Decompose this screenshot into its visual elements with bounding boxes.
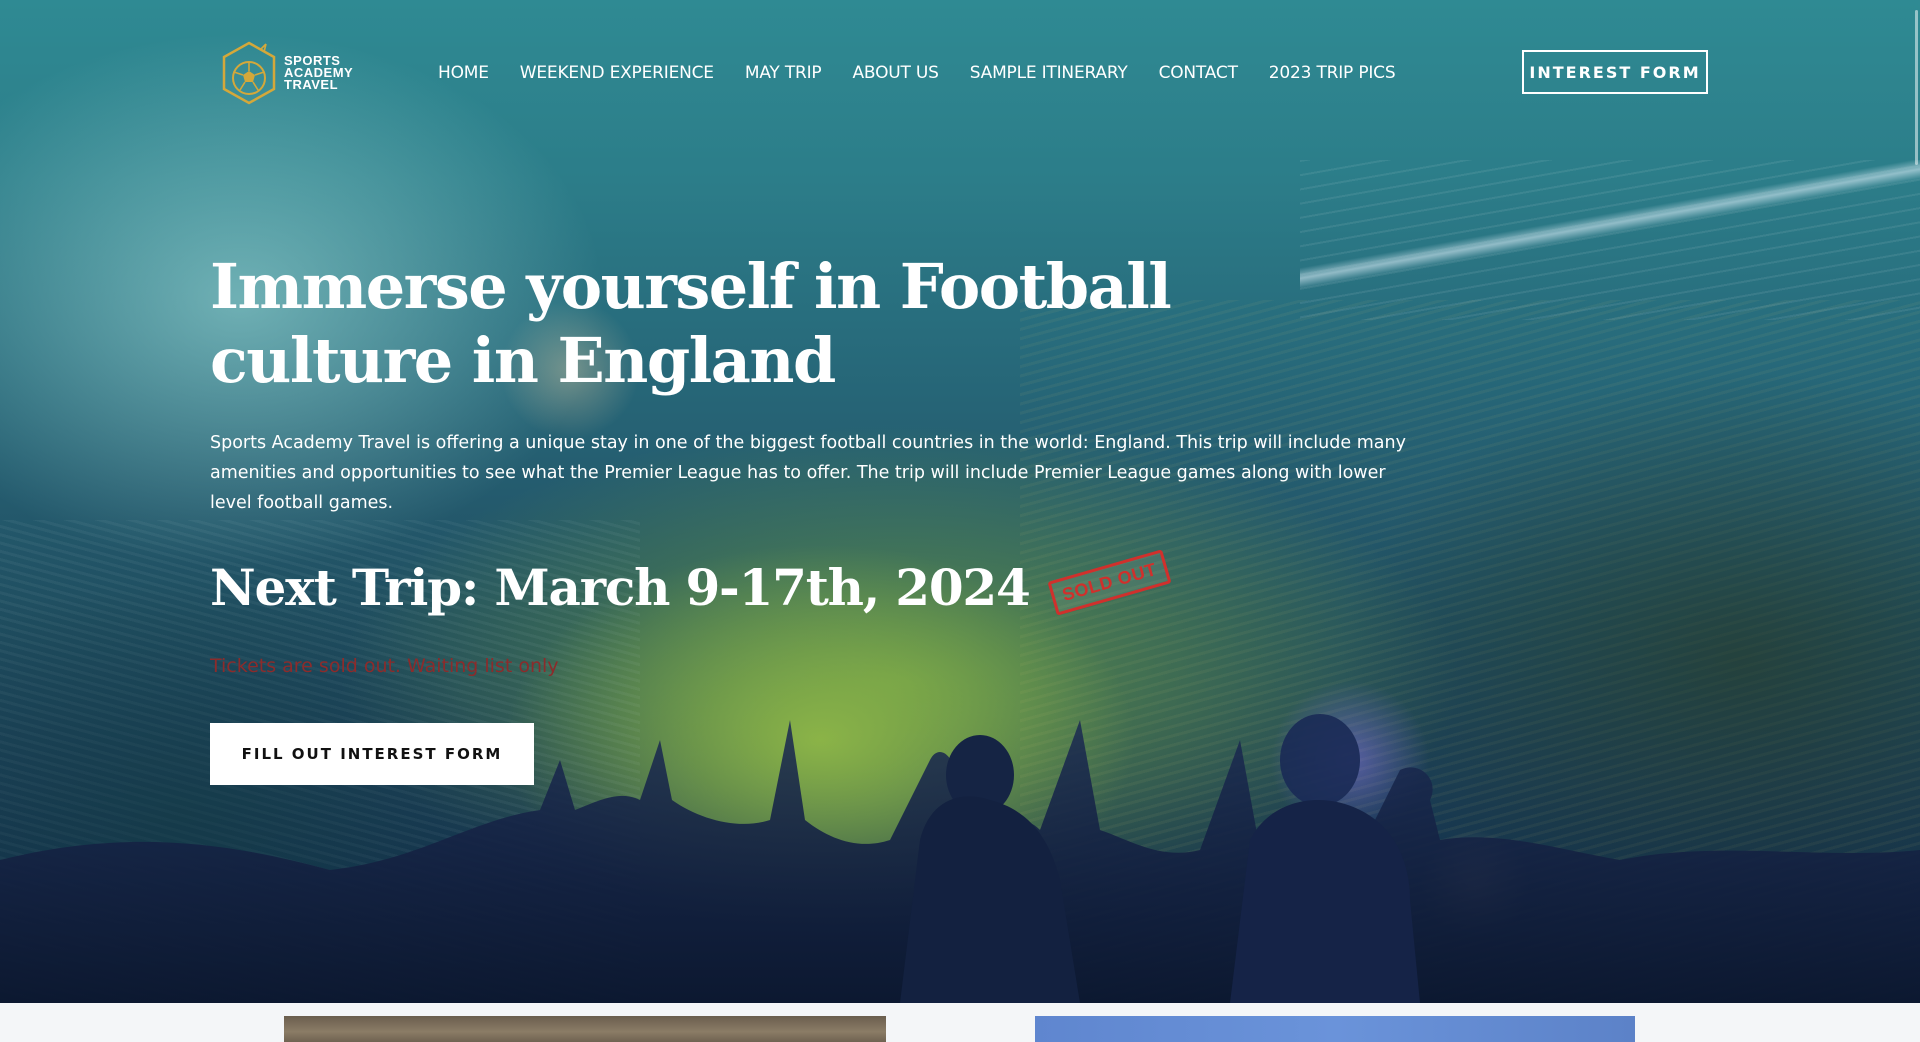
- next-trip-heading: Next Trip: March 9-17th, 2024: [210, 558, 1031, 617]
- trip-block: Next Trip: March 9-17th, 2024 SOLD OUT T…: [210, 518, 1450, 1038]
- below-fold-section: [0, 1003, 1920, 1042]
- scrollbar-thumb[interactable]: [1915, 10, 1918, 165]
- hero-description: Sports Academy Travel is offering a uniq…: [210, 433, 1406, 513]
- site-header: SPORTS ACADEMY TRAVEL HOME WEEKEND EXPER…: [0, 0, 1920, 150]
- nav-item-home[interactable]: HOME: [438, 63, 489, 83]
- page: SPORTS ACADEMY TRAVEL HOME WEEKEND EXPER…: [0, 0, 1920, 1042]
- nav-item-may-trip[interactable]: MAY TRIP: [745, 63, 822, 83]
- logo-wordmark: SPORTS ACADEMY TRAVEL: [284, 54, 353, 92]
- main-nav: HOME WEEKEND EXPERIENCE MAY TRIP ABOUT U…: [438, 63, 1396, 83]
- ball-icon: [222, 41, 276, 105]
- hero-title: Immerse yourself in Football culture in …: [210, 250, 1172, 397]
- gallery-image-1: [284, 1016, 886, 1042]
- interest-form-button[interactable]: INTEREST FORM: [1522, 50, 1708, 94]
- sold-out-stamp: SOLD OUT: [1047, 549, 1172, 616]
- nav-item-sample-itinerary[interactable]: SAMPLE ITINERARY: [970, 63, 1128, 83]
- sold-out-note: Tickets are sold out. Waiting list only: [210, 655, 559, 677]
- scrollbar[interactable]: [1912, 0, 1920, 1003]
- fill-out-interest-form-button[interactable]: FILL OUT INTEREST FORM: [210, 723, 534, 785]
- hero-content: Immerse yourself in Football culture in …: [210, 250, 1450, 1038]
- next-trip-row: Next Trip: March 9-17th, 2024 SOLD OUT: [210, 549, 1172, 617]
- nav-item-contact[interactable]: CONTACT: [1159, 63, 1238, 83]
- nav-item-weekend-experience[interactable]: WEEKEND EXPERIENCE: [520, 63, 714, 83]
- nav-item-trip-pics[interactable]: 2023 TRIP PICS: [1269, 63, 1396, 83]
- brand-logo[interactable]: SPORTS ACADEMY TRAVEL: [220, 38, 370, 108]
- nav-item-about-us[interactable]: ABOUT US: [853, 63, 939, 83]
- gallery-image-2: [1035, 1016, 1635, 1042]
- logo-line-3: TRAVEL: [284, 77, 339, 92]
